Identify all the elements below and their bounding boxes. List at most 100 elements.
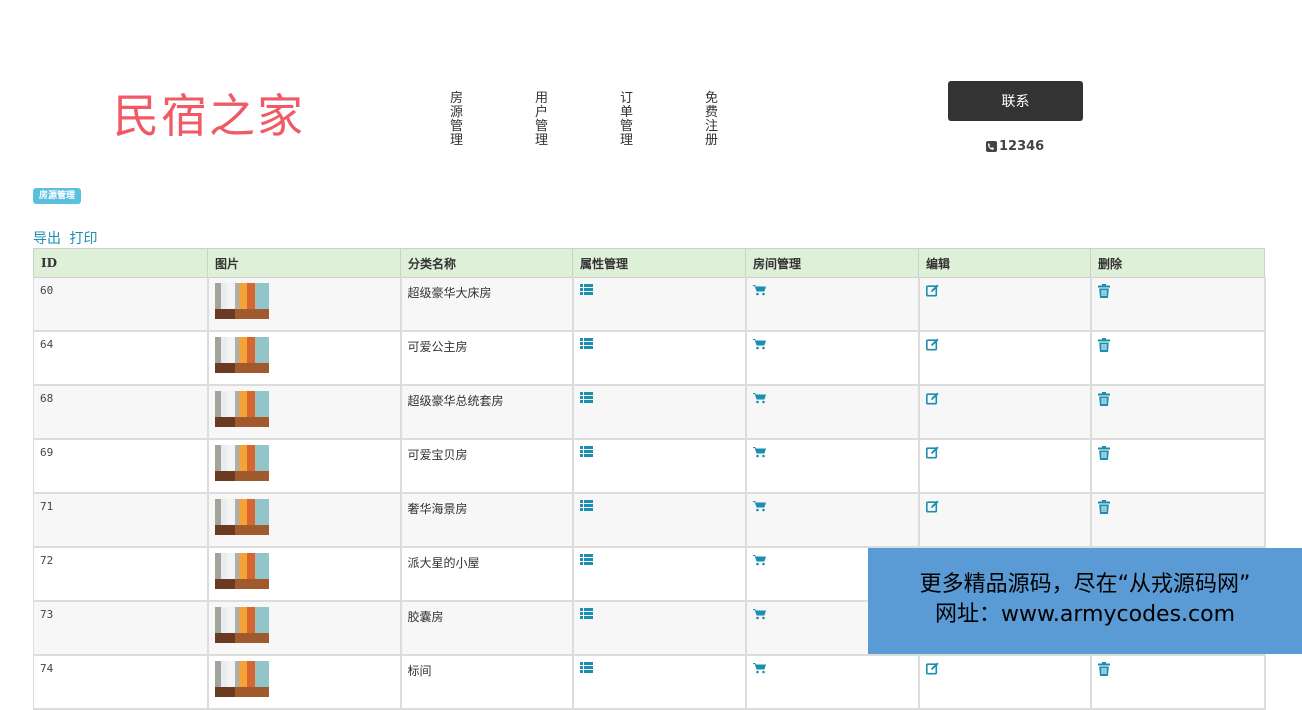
cell-rooms bbox=[745, 384, 920, 440]
room-thumbnail bbox=[214, 337, 269, 373]
cell-name: 超级豪华大床房 bbox=[400, 277, 574, 332]
edit-icon[interactable] bbox=[925, 338, 939, 351]
table-actions: 导出 打印 bbox=[33, 228, 101, 248]
edit-icon[interactable] bbox=[925, 500, 939, 513]
cell-name: 标间 bbox=[400, 654, 574, 710]
export-link[interactable]: 导出 bbox=[33, 231, 61, 247]
cell-delete bbox=[1090, 330, 1266, 386]
room-thumbnail bbox=[214, 499, 269, 535]
cell-attributes bbox=[572, 384, 747, 440]
col-header-rooms: 房间管理 bbox=[745, 248, 919, 278]
cell-name: 派大星的小屋 bbox=[400, 546, 574, 602]
cell-delete bbox=[1090, 277, 1266, 332]
table-row: 69 可爱宝贝房 bbox=[33, 438, 1266, 494]
nav-item-register[interactable]: 免费注册 bbox=[705, 92, 719, 148]
cell-rooms bbox=[745, 438, 920, 494]
cell-image bbox=[207, 277, 402, 332]
cart-icon[interactable] bbox=[752, 338, 766, 350]
table-row: 71 奢华海景房 bbox=[33, 492, 1266, 548]
list-icon[interactable] bbox=[579, 446, 593, 457]
nav-item-listings[interactable]: 房源管理 bbox=[450, 92, 464, 148]
cell-id: 74 bbox=[33, 654, 209, 710]
col-header-delete: 删除 bbox=[1090, 248, 1265, 278]
list-icon[interactable] bbox=[579, 608, 593, 619]
col-header-attributes: 属性管理 bbox=[572, 248, 746, 278]
edit-icon[interactable] bbox=[925, 392, 939, 405]
cart-icon[interactable] bbox=[752, 500, 766, 512]
cart-icon[interactable] bbox=[752, 392, 766, 404]
cell-name: 可爱公主房 bbox=[400, 330, 574, 386]
cart-icon[interactable] bbox=[752, 284, 766, 296]
cell-id: 73 bbox=[33, 600, 209, 656]
list-icon[interactable] bbox=[579, 662, 593, 673]
cell-attributes bbox=[572, 600, 747, 656]
cell-attributes bbox=[572, 492, 747, 548]
cell-id: 60 bbox=[33, 277, 209, 332]
cell-edit bbox=[918, 654, 1092, 710]
cell-image bbox=[207, 654, 402, 710]
cell-rooms bbox=[745, 492, 920, 548]
list-icon[interactable] bbox=[579, 554, 593, 565]
cell-name: 奢华海景房 bbox=[400, 492, 574, 548]
nav-item-orders[interactable]: 订单管理 bbox=[620, 92, 634, 148]
room-thumbnail bbox=[214, 391, 269, 427]
edit-icon[interactable] bbox=[925, 446, 939, 459]
edit-icon[interactable] bbox=[925, 662, 939, 675]
cell-rooms bbox=[745, 277, 920, 332]
page-badge: 房源管理 bbox=[33, 188, 82, 204]
list-icon[interactable] bbox=[579, 392, 593, 403]
cell-attributes bbox=[572, 330, 747, 386]
contact-button[interactable]: 联系 bbox=[948, 81, 1083, 121]
watermark-line-2: 网址：www.armycodes.com bbox=[934, 602, 1236, 627]
cell-edit bbox=[918, 384, 1092, 440]
cell-name: 超级豪华总统套房 bbox=[400, 384, 574, 440]
trash-icon[interactable] bbox=[1097, 338, 1110, 352]
print-link[interactable]: 打印 bbox=[69, 231, 97, 247]
edit-icon[interactable] bbox=[925, 284, 939, 297]
table-header-row: ID 图片 分类名称 属性管理 房间管理 编辑 删除 bbox=[33, 248, 1265, 278]
col-header-edit: 编辑 bbox=[918, 248, 1091, 278]
nav-item-users[interactable]: 用户管理 bbox=[535, 92, 549, 148]
cell-edit bbox=[918, 277, 1092, 332]
cell-delete bbox=[1090, 384, 1266, 440]
trash-icon[interactable] bbox=[1097, 446, 1110, 460]
table-row: 64 可爱公主房 bbox=[33, 330, 1266, 386]
room-thumbnail bbox=[214, 283, 269, 319]
col-header-id: ID bbox=[33, 248, 208, 278]
cell-attributes bbox=[572, 438, 747, 494]
cell-rooms bbox=[745, 654, 920, 710]
table-row: 74 标间 bbox=[33, 654, 1266, 710]
cart-icon[interactable] bbox=[752, 608, 766, 620]
col-header-name: 分类名称 bbox=[400, 248, 573, 278]
room-thumbnail bbox=[214, 445, 269, 481]
cell-name: 胶囊房 bbox=[400, 600, 574, 656]
cell-attributes bbox=[572, 654, 747, 710]
trash-icon[interactable] bbox=[1097, 392, 1110, 406]
cell-id: 68 bbox=[33, 384, 209, 440]
site-logo: 民宿之家 bbox=[113, 89, 305, 143]
cell-rooms bbox=[745, 330, 920, 386]
cell-image bbox=[207, 330, 402, 386]
watermark-banner: 更多精品源码，尽在“从戎源码网” 网址：www.armycodes.com bbox=[868, 548, 1302, 654]
col-header-image: 图片 bbox=[207, 248, 401, 278]
cell-image bbox=[207, 438, 402, 494]
cell-image bbox=[207, 600, 402, 656]
list-icon[interactable] bbox=[579, 284, 593, 295]
cart-icon[interactable] bbox=[752, 554, 766, 566]
trash-icon[interactable] bbox=[1097, 500, 1110, 514]
cell-edit bbox=[918, 330, 1092, 386]
cell-image bbox=[207, 492, 402, 548]
trash-icon[interactable] bbox=[1097, 284, 1110, 298]
cell-delete bbox=[1090, 492, 1266, 548]
trash-icon[interactable] bbox=[1097, 662, 1110, 676]
cell-delete bbox=[1090, 654, 1266, 710]
cell-name: 可爱宝贝房 bbox=[400, 438, 574, 494]
table-row: 68 超级豪华总统套房 bbox=[33, 384, 1266, 440]
cell-id: 69 bbox=[33, 438, 209, 494]
list-icon[interactable] bbox=[579, 500, 593, 511]
phone-icon bbox=[986, 141, 997, 152]
list-icon[interactable] bbox=[579, 338, 593, 349]
watermark-line-1: 更多精品源码，尽在“从戎源码网” bbox=[919, 572, 1251, 597]
cart-icon[interactable] bbox=[752, 446, 766, 458]
cart-icon[interactable] bbox=[752, 662, 766, 674]
